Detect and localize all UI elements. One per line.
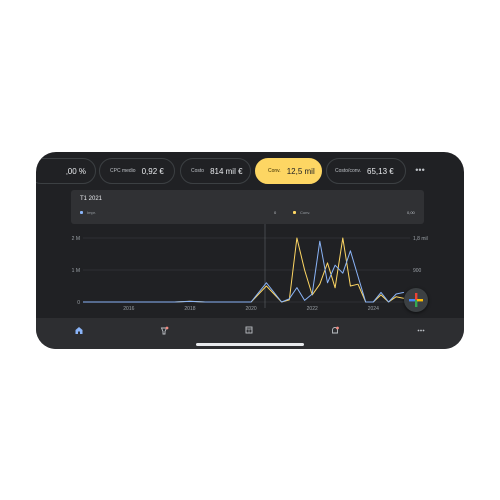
metric-value: 814 mil € [210, 166, 243, 176]
series-line-impressions [83, 240, 405, 303]
nav-more[interactable] [413, 323, 429, 337]
tooltip-value: 0,00 [407, 210, 415, 215]
x-axis: 2016 2018 2020 2022 2024 [123, 306, 379, 312]
metric-label: Costo [191, 168, 205, 174]
y-left-tick-label: 2 M [72, 236, 80, 242]
chart-grid [83, 237, 410, 303]
home-icon [75, 327, 83, 334]
phone-screen: ‚00 % CPC medio 0,92 € Costo 814 mil € C… [36, 152, 464, 349]
metric-value: 12,5 mil [286, 166, 315, 176]
x-tick-label: 2020 [246, 306, 257, 312]
metric-value: 65,13 € [367, 166, 394, 176]
y-left-tick-label: 0 [77, 300, 80, 306]
x-tick-label: 2018 [184, 306, 195, 312]
series-swatch [293, 211, 296, 215]
add-button[interactable] [404, 288, 428, 312]
more-horizontal-icon[interactable]: ••• [414, 164, 426, 176]
y-left-tick-label: 1 M [72, 268, 80, 274]
tooltip-value: 0 [274, 210, 277, 215]
x-tick-label: 2022 [307, 306, 318, 312]
tooltip-title: T1 2021 [80, 196, 103, 202]
metric-label: Conv. [268, 168, 281, 174]
y-axis-left: 2 M 1 M 0 [72, 236, 81, 306]
x-tick-label: 2016 [123, 306, 134, 312]
tooltip-row-impressions: Impr. [80, 210, 96, 217]
y-right-tick-label: 1,8 mil [413, 236, 428, 242]
tooltip-label: Conv. [300, 210, 311, 215]
metric-chip-avg-cpc[interactable]: CPC medio 0,92 € [99, 158, 175, 184]
metric-chip-conversions[interactable]: Conv. 12,5 mil [255, 158, 322, 184]
metric-chip-ctr[interactable]: ‚00 % [36, 158, 96, 184]
metric-label: Costo/conv. [335, 168, 362, 174]
nav-campaigns[interactable] [156, 323, 172, 337]
metric-label: CPC medio [110, 168, 136, 174]
home-indicator [196, 343, 304, 346]
nav-notifications[interactable] [327, 323, 343, 337]
performance-chart[interactable]: 2 M 1 M 0 1,8 mil 900 0 2016 2018 2020 2022 2024 [36, 224, 464, 318]
metric-chip-cost[interactable]: Costo 814 mil € [180, 158, 251, 184]
tooltip-label: Impr. [87, 210, 96, 215]
y-right-tick-label: 900 [413, 268, 422, 274]
calendar-icon [245, 326, 253, 334]
metric-chip-cost-per-conv[interactable]: Costo/conv. 65,13 € [326, 158, 406, 184]
notifications-icon [332, 326, 339, 334]
nav-calendar[interactable] [241, 323, 257, 337]
tooltip-row-conversions: Conv. [293, 210, 310, 217]
more-horizontal-icon [417, 329, 425, 332]
series-swatch [80, 211, 83, 215]
x-tick-label: 2024 [368, 306, 379, 312]
metric-value: 0,92 € [141, 166, 164, 176]
metric-value: ‚00 % [65, 166, 86, 176]
campaigns-icon [160, 326, 169, 335]
nav-home[interactable] [71, 323, 87, 337]
add-icon [409, 293, 423, 307]
metrics-bar: ‚00 % CPC medio 0,92 € Costo 814 mil € C… [36, 152, 464, 192]
chart-tooltip: T1 2021 Impr. 0 Conv. 0,00 [71, 190, 424, 224]
